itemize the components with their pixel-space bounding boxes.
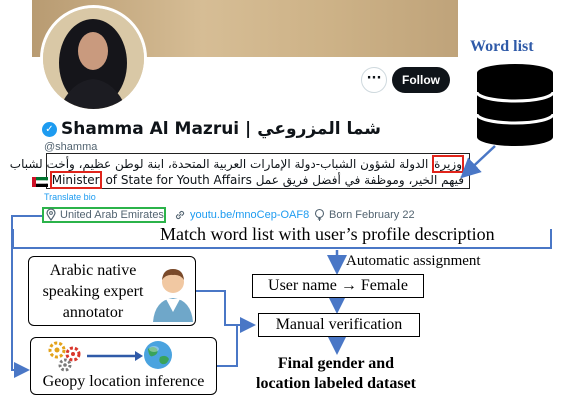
expert-to-verification-arrow [196, 290, 256, 333]
manual-verification-box: Manual verification [258, 313, 420, 337]
match-word-list-label: Match word list with user’s profile desc… [160, 224, 495, 245]
automatic-assignment-label: Automatic assignment [346, 253, 481, 269]
geopy-location-box: Geopy location inference [30, 337, 217, 395]
expert-annotator-label: Arabic native speaking expert annotator [42, 262, 144, 321]
user-name-female-box: User name → Female [252, 274, 424, 298]
globe-icon [144, 341, 172, 369]
annotator-person-icon [153, 269, 193, 322]
expert-annotator-box: Arabic native speaking expert annotator [28, 256, 196, 326]
geopy-graphic [48, 341, 172, 372]
database-icon [475, 64, 555, 146]
geopy-label: Geopy location inference [42, 373, 205, 390]
gears-icon [48, 341, 81, 372]
database-to-bio-arrow [460, 145, 496, 179]
final-dataset-label: Final gender and location labeled datase… [256, 355, 416, 392]
